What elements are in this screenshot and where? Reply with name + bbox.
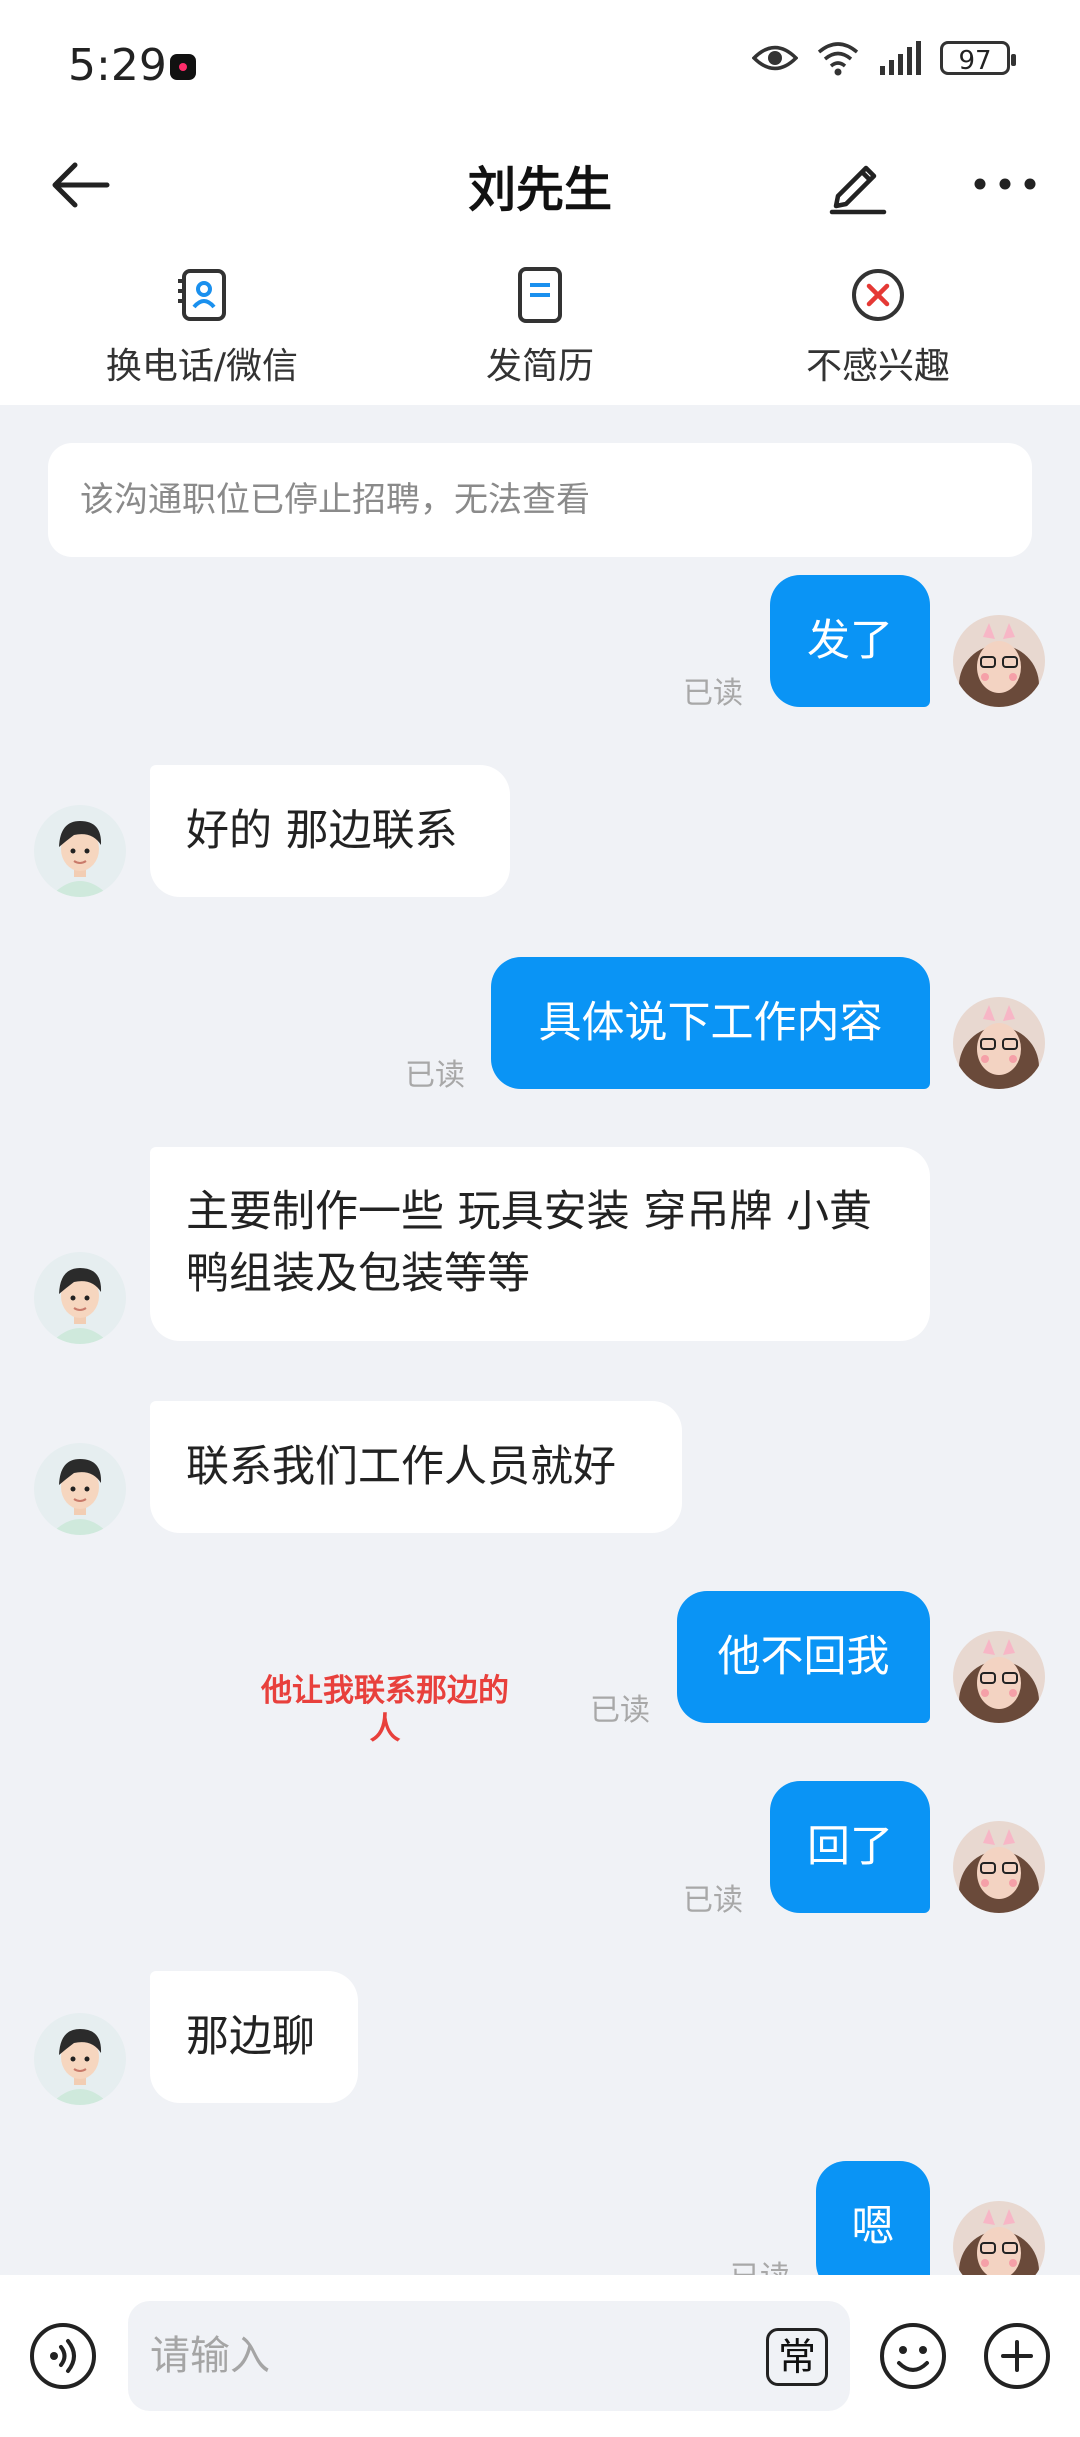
action-row: 换电话/微信 发简历 不感兴趣 [0,240,1080,405]
composer-bar: 请输入 常 [0,2275,1080,2437]
contact-avatar[interactable] [34,805,126,897]
message-bubble-sent[interactable]: 他不回我 [677,1591,930,1723]
message-input-placeholder: 请输入 [150,2333,270,2379]
not-interested-label: 不感兴趣 [805,346,950,387]
exchange-contact-label: 换电话/微信 [105,346,299,387]
status-icons: 97 [752,40,1016,76]
read-status: 已读 [683,676,743,711]
message-bubble-received[interactable]: 那边聊 [150,1971,358,2103]
job-closed-notice: 该沟通职位已停止招聘，无法查看 [48,443,1032,557]
annotation-note: 他让我联系那边的人 [261,1673,509,1747]
message-input[interactable]: 请输入 常 [128,2301,850,2411]
message-bubble-received[interactable]: 主要制作一些 玩具安装 穿吊牌 小黄鸭组装及包装等等 [150,1147,930,1341]
message-bubble-received[interactable]: 好的 那边联系 [150,765,510,897]
signal-icon [880,41,921,75]
send-resume-button[interactable]: 发简历 [390,265,690,389]
common-phrases-button[interactable]: 常 [766,2328,828,2386]
status-time: 5:29 [68,40,167,91]
plus-icon[interactable] [982,2321,1052,2391]
screen-record-icon [170,54,196,80]
exchange-contact-button[interactable]: 换电话/微信 [52,265,352,389]
self-avatar[interactable] [953,1821,1045,1913]
contact-avatar[interactable] [34,1443,126,1535]
read-status: 已读 [590,1693,650,1728]
contact-name: 刘先生 [467,162,612,218]
wifi-icon [817,42,859,76]
message-bubble-sent[interactable]: 回了 [770,1781,930,1913]
message-bubble-sent[interactable]: 发了 [770,575,930,707]
chat-header: 刘先生 [0,130,1080,240]
message-bubble-sent[interactable]: 嗯 [816,2161,930,2293]
message-bubble-sent[interactable]: 具体说下工作内容 [491,957,930,1089]
close-circle-icon [852,269,904,321]
self-avatar[interactable] [953,997,1045,1089]
read-status: 已读 [683,1883,743,1918]
emoji-icon[interactable] [878,2321,948,2391]
self-avatar[interactable] [953,615,1045,707]
self-avatar[interactable] [953,1631,1045,1723]
resume-icon [518,267,562,323]
send-resume-label: 发简历 [485,346,594,387]
status-bar: 5:29 97 [0,0,1080,130]
eye-icon [752,45,798,71]
edit-icon[interactable] [826,152,890,216]
battery-icon: 97 [940,41,1016,76]
contact-avatar[interactable] [34,1252,126,1344]
voice-input-icon[interactable] [28,2321,98,2391]
more-options-icon[interactable] [970,152,1040,216]
not-interested-button[interactable]: 不感兴趣 [728,265,1028,389]
contact-card-icon [178,269,226,321]
read-status: 已读 [405,1058,465,1093]
contact-avatar[interactable] [34,2013,126,2105]
message-bubble-received[interactable]: 联系我们工作人员就好 [150,1401,682,1533]
